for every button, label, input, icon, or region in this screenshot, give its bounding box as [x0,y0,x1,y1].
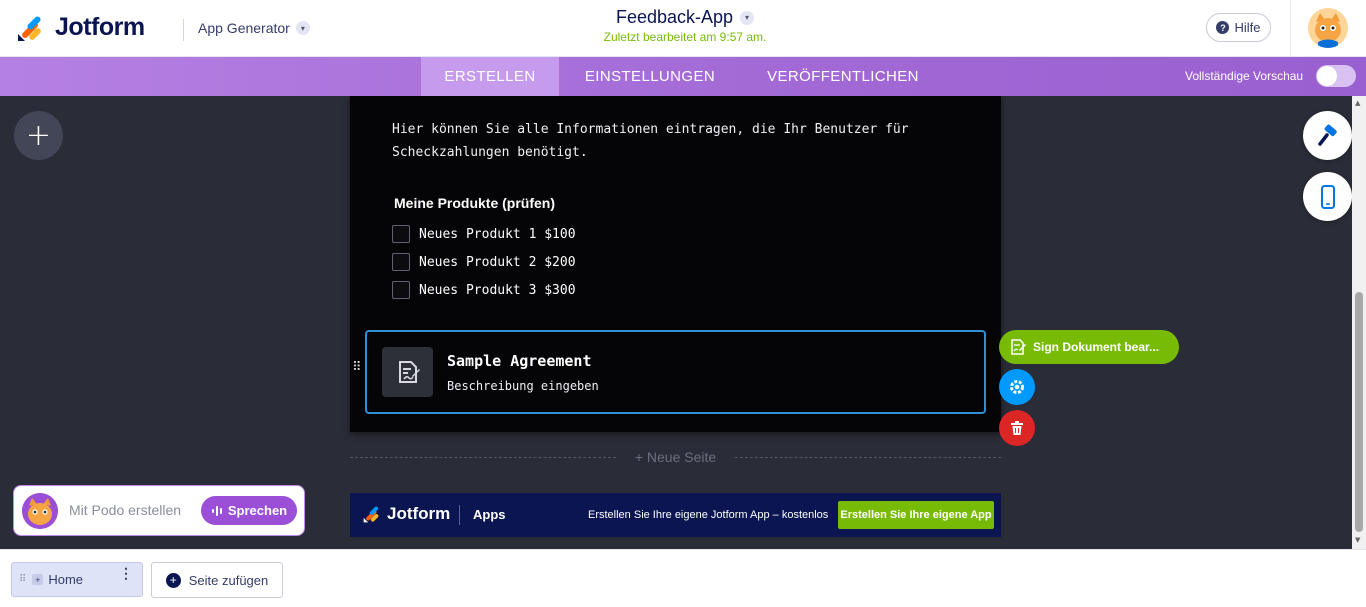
product-option-label: Neues Produkt 1 $100 [419,226,576,242]
app-designer-button[interactable] [1303,111,1352,160]
header-divider [1290,0,1291,57]
full-preview-label: Vollständige Vorschau [1185,69,1304,83]
banner-brand: Jotform [387,504,451,523]
checkbox-icon[interactable] [392,281,410,299]
plus-icon: + [25,118,52,153]
scroll-thumb[interactable] [1355,292,1363,532]
products-label: Meine Produkte (prüfen) [394,195,556,211]
podo-avatar [22,493,58,529]
intro-paragraph[interactable]: Hier können Sie alle Informationen eintr… [392,118,952,164]
app-title-block: Feedback-App ▾ Zuletzt bearbeitet am 9:5… [560,7,810,44]
brand-name: Jotform [55,13,145,41]
app-title: Feedback-App [615,7,734,27]
jotform-logo[interactable]: Jotform [17,13,145,42]
new-page-label: + Neue Seite [634,449,717,465]
header-divider [183,19,184,41]
drag-handle-icon[interactable]: ⠿ [352,361,363,374]
jotform-apps-banner: Jotform Apps Erstellen Sie Ihre eigene J… [350,493,1001,537]
create-app-cta-button[interactable]: Erstellen Sie Ihre eigene App [838,501,994,529]
jotform-logo-icon [18,15,41,41]
scroll-up-arrow-icon[interactable]: ▲ [1355,99,1360,107]
home-page-icon: + [32,574,44,585]
mobile-phone-icon [1320,184,1335,209]
agreement-title: Sample Agreement [447,352,592,370]
help-icon: ? [1216,21,1230,34]
scroll-down-arrow-icon[interactable]: ▼ [1355,536,1360,544]
product-option-label: Neues Produkt 3 $300 [419,282,576,298]
drag-handle-icon[interactable]: ⠿ [19,574,26,584]
chevron-down-icon: ▾ [740,10,755,25]
app-title-dropdown[interactable]: Feedback-App ▾ [615,7,755,28]
gear-icon [1010,380,1024,394]
checkbox-icon[interactable] [392,225,410,243]
plus-icon: + [165,572,181,588]
podo-cat-icon [22,493,58,529]
agreement-element[interactable]: Sample Agreement Beschreibung eingeben [365,330,986,414]
builder-canvas: + Hier können Sie alle Informationen ein… [0,96,1352,549]
app-generator-dropdown[interactable]: App Generator ▾ [198,20,310,36]
document-edit-icon [382,347,433,397]
add-page-button[interactable]: + Seite zufügen [151,562,283,598]
delete-element-button[interactable] [999,410,1035,446]
tab-veroeffentlichen[interactable]: VERÖFFENTLICHEN [747,57,939,96]
dashed-line [735,457,1001,458]
app-page-card: Hier können Sie alle Informationen eintr… [350,96,1001,432]
banner-logo: Jotform [363,504,450,524]
element-settings-button[interactable] [999,369,1035,405]
last-edited-status: Zuletzt bearbeitet am 9:57 am. [603,30,767,44]
add-page-label: Seite zufügen [188,572,269,588]
paint-roller-icon [1317,124,1337,146]
page-tab-label: Home [48,572,84,587]
new-page-divider[interactable]: + Neue Seite [350,448,1001,466]
full-preview-toggle[interactable] [1316,65,1356,87]
microphone-icon [211,505,222,516]
podo-input-placeholder[interactable]: Mit Podo erstellen [69,502,181,518]
jotform-logo-icon [363,506,379,523]
top-header: Jotform App Generator ▾ Feedback-App ▾ Z… [0,0,1366,57]
speak-button[interactable]: Sprechen [201,496,297,525]
kebab-menu-icon[interactable]: ⋮ [119,566,133,580]
banner-promo-text: Erstellen Sie Ihre eigene Jotform App – … [588,509,829,521]
banner-apps-label: Apps [473,507,506,522]
product-option-label: Neues Produkt 2 $200 [419,254,576,270]
product-option[interactable]: Neues Produkt 1 $100 [392,225,576,243]
agreement-description: Beschreibung eingeben [447,379,599,393]
pages-bar: ⠿ + Home ⋮ + Seite zufügen [0,549,1366,607]
checkbox-icon[interactable] [392,253,410,271]
mobile-preview-button[interactable] [1303,172,1352,221]
page-tab-home[interactable]: ⠿ + Home ⋮ [11,562,143,597]
tab-erstellen[interactable]: ERSTELLEN [421,57,559,96]
user-avatar[interactable] [1308,8,1348,48]
speak-label: Sprechen [227,503,288,518]
podo-assistant-bar: Mit Podo erstellen Sprechen [13,485,305,536]
help-label: Hilfe [1234,20,1261,35]
sign-document-label: Sign Dokument bear... [1033,340,1160,354]
toggle-knob [1317,66,1337,86]
canvas-scrollbar[interactable]: ▲ ▼ [1352,96,1366,549]
chevron-down-icon: ▾ [295,21,310,35]
product-option[interactable]: Neues Produkt 2 $200 [392,253,576,271]
cat-avatar-icon [1308,8,1348,48]
dashed-line [350,457,616,458]
builder-navbar: ERSTELLEN EINSTELLUNGEN VERÖFFENTLICHEN … [0,57,1366,96]
product-option[interactable]: Neues Produkt 3 $300 [392,281,576,299]
app-generator-label: App Generator [198,20,290,36]
banner-divider [459,505,460,525]
sign-icon [1011,339,1026,355]
trash-icon [1011,421,1023,435]
help-button[interactable]: ? Hilfe [1206,13,1271,42]
tab-einstellungen[interactable]: EINSTELLUNGEN [563,57,737,96]
sign-document-button[interactable]: Sign Dokument bear... [999,330,1179,364]
add-element-button[interactable]: + [14,111,63,160]
